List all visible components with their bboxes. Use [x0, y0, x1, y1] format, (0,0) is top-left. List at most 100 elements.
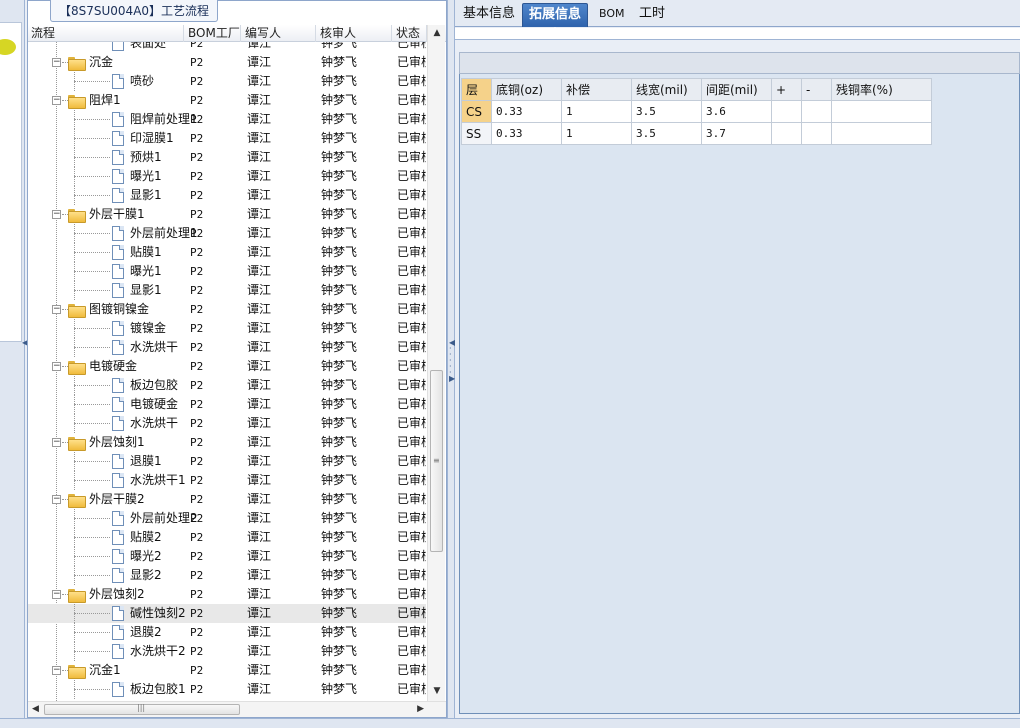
cell-reviewer: 钟梦飞 [321, 42, 358, 50]
tree-row[interactable]: 曝光1 P2 谭江 钟梦飞 已审核 [28, 167, 426, 186]
tree-row[interactable]: − 阻焊1 P2 谭江 钟梦飞 已审核 [28, 91, 426, 110]
collapse-toggle-icon[interactable]: − [52, 495, 61, 504]
horizontal-scroll-thumb[interactable]: ||| [44, 703, 240, 715]
tree-horizontal-scrollbar[interactable]: ◀ ||| ▶ [28, 701, 446, 717]
column-header-process[interactable]: 流程 [28, 25, 184, 42]
tree-row[interactable]: 预烘1 P2 谭江 钟梦飞 已审核 [28, 148, 426, 167]
cell-layer[interactable]: CS [461, 100, 492, 123]
header-layer[interactable]: 层 [461, 78, 492, 101]
tree-row[interactable]: − 外层干膜1 P2 谭江 钟梦飞 已审核 [28, 205, 426, 224]
tree-row[interactable]: − 外层干膜2 P2 谭江 钟梦飞 已审核 [28, 490, 426, 509]
tree-row[interactable]: 板边包胶1 P2 谭江 钟梦飞 已审核 [28, 680, 426, 699]
cell-base-copper[interactable]: 0.33 [491, 122, 562, 145]
tree-row[interactable]: 显影1 P2 谭江 钟梦飞 已审核 [28, 186, 426, 205]
tree-row[interactable]: 表面处 P2 谭江 钟梦飞 已审核 [28, 42, 426, 53]
cell-writer: 谭江 [247, 492, 272, 506]
cell-residual-copper[interactable] [831, 122, 932, 145]
collapse-toggle-icon[interactable]: − [52, 96, 61, 105]
cell-reviewer: 钟梦飞 [321, 169, 358, 183]
tree-row-label: 曝光2 [130, 549, 162, 563]
app-window: ◀ 【8S7SU004A0】工艺流程 流程 BOM工厂 编写人 核审人 状态 表… [0, 0, 1020, 728]
tab-basic-info[interactable]: 基本信息 [457, 3, 521, 27]
cell-residual-copper[interactable] [831, 100, 932, 123]
vertical-scroll-thumb[interactable]: ≡ [430, 370, 443, 552]
collapse-toggle-icon[interactable]: − [52, 58, 61, 67]
tree-vertical-scrollbar[interactable]: ▲ ≡ ▼ [427, 25, 445, 701]
scroll-left-arrow-icon[interactable]: ◀ [32, 704, 39, 714]
collapse-toggle-icon[interactable]: − [52, 362, 61, 371]
cell-compensation[interactable]: 1 [561, 100, 632, 123]
cell-line-width[interactable]: 3.5 [631, 122, 702, 145]
column-header-status[interactable]: 状态 [393, 25, 427, 42]
header-plus[interactable]: + [771, 78, 802, 101]
tree-row[interactable]: 水洗烘干2 P2 谭江 钟梦飞 已审核 [28, 642, 426, 661]
scroll-up-arrow-icon[interactable]: ▲ [431, 27, 443, 39]
column-header-writer[interactable]: 编写人 [242, 25, 316, 42]
collapse-toggle-icon[interactable]: − [52, 438, 61, 447]
tree-row[interactable]: 外层前处理2P2 谭江 钟梦飞 已审核 [28, 509, 426, 528]
header-residual-copper[interactable]: 残铜率(%) [831, 78, 932, 101]
column-header-bom-factory[interactable]: BOM工厂 [185, 25, 241, 42]
tree-row[interactable]: 电镀硬金 P2 谭江 钟梦飞 已审核 [28, 395, 426, 414]
tree-guide-line [74, 556, 110, 557]
cell-spacing[interactable]: 3.7 [701, 122, 772, 145]
tree-row[interactable]: − 外层蚀刻2 P2 谭江 钟梦飞 已审核 [28, 585, 426, 604]
tree-guide-line [74, 651, 110, 652]
tree-row[interactable]: 外层前处理1P2 谭江 钟梦飞 已审核 [28, 224, 426, 243]
table-row[interactable]: CS 0.33 1 3.5 3.6 [461, 100, 932, 123]
cell-base-copper[interactable]: 0.33 [491, 100, 562, 123]
tree-row[interactable]: 阻焊前处理1P2 谭江 钟梦飞 已审核 [28, 110, 426, 129]
cell-layer[interactable]: SS [461, 122, 492, 145]
tree-row[interactable]: 曝光1 P2 谭江 钟梦飞 已审核 [28, 262, 426, 281]
header-minus[interactable]: - [801, 78, 832, 101]
status-indicator-icon[interactable] [0, 39, 16, 55]
tree-row[interactable]: − 电镀硬金 P2 谭江 钟梦飞 已审核 [28, 357, 426, 376]
tree-row[interactable]: 贴膜2 P2 谭江 钟梦飞 已审核 [28, 528, 426, 547]
collapse-toggle-icon[interactable]: − [52, 590, 61, 599]
cell-bom-factory: P2 [190, 569, 204, 582]
header-spacing[interactable]: 间距(mil) [701, 78, 772, 101]
tree-row[interactable]: 显影1 P2 谭江 钟梦飞 已审核 [28, 281, 426, 300]
tab-bom[interactable]: BOM [593, 3, 631, 27]
tree-row[interactable]: 曝光2 P2 谭江 钟梦飞 已审核 [28, 547, 426, 566]
cell-compensation[interactable]: 1 [561, 122, 632, 145]
collapse-toggle-icon[interactable]: − [52, 666, 61, 675]
tree-row[interactable]: 贴膜1 P2 谭江 钟梦飞 已审核 [28, 243, 426, 262]
cell-plus[interactable] [771, 100, 802, 123]
tree-row[interactable]: 印湿膜1 P2 谭江 钟梦飞 已审核 [28, 129, 426, 148]
tree-row[interactable]: 水洗烘干 P2 谭江 钟梦飞 已审核 [28, 338, 426, 357]
cell-spacing[interactable]: 3.6 [701, 100, 772, 123]
collapse-toggle-icon[interactable]: − [52, 305, 61, 314]
tree-row[interactable]: − 沉金 P2 谭江 钟梦飞 已审核 [28, 53, 426, 72]
tree-row[interactable]: 水洗烘干 P2 谭江 钟梦飞 已审核 [28, 414, 426, 433]
cell-status: 已审核 [397, 511, 426, 525]
tab-extended-info[interactable]: 拓展信息 [522, 3, 589, 32]
tree-row[interactable]: − 沉金1 P2 谭江 钟梦飞 已审核 [28, 661, 426, 680]
scroll-down-arrow-icon[interactable]: ▼ [431, 685, 443, 697]
document-icon [112, 321, 124, 336]
tree-row[interactable]: 板边包胶 P2 谭江 钟梦飞 已审核 [28, 376, 426, 395]
tree-row[interactable]: 水洗烘干1 P2 谭江 钟梦飞 已审核 [28, 471, 426, 490]
scroll-right-arrow-icon[interactable]: ▶ [417, 704, 424, 714]
header-base-copper[interactable]: 底铜(oz) [491, 78, 562, 101]
tree-row[interactable]: − 图镀铜镍金 P2 谭江 钟梦飞 已审核 [28, 300, 426, 319]
tree-row[interactable]: 碱性蚀刻2 P2 谭江 钟梦飞 已审核 [28, 604, 426, 623]
table-row[interactable]: SS 0.33 1 3.5 3.7 [461, 122, 932, 145]
cell-plus[interactable] [771, 122, 802, 145]
cell-minus[interactable] [801, 122, 832, 145]
cell-reviewer: 钟梦飞 [321, 74, 358, 88]
cell-minus[interactable] [801, 100, 832, 123]
tree-row[interactable]: 退膜1 P2 谭江 钟梦飞 已审核 [28, 452, 426, 471]
header-compensation[interactable]: 补偿 [561, 78, 632, 101]
tab-work-hours[interactable]: 工时 [633, 3, 671, 27]
tree-row[interactable]: 喷砂 P2 谭江 钟梦飞 已审核 [28, 72, 426, 91]
tree-row[interactable]: 镀镍金 P2 谭江 钟梦飞 已审核 [28, 319, 426, 338]
tree-row[interactable]: 显影2 P2 谭江 钟梦飞 已审核 [28, 566, 426, 585]
column-header-reviewer[interactable]: 核审人 [317, 25, 392, 42]
tree-row[interactable]: − 外层蚀刻1 P2 谭江 钟梦飞 已审核 [28, 433, 426, 452]
cell-line-width[interactable]: 3.5 [631, 100, 702, 123]
tree-row[interactable]: 退膜2 P2 谭江 钟梦飞 已审核 [28, 623, 426, 642]
panel-splitter[interactable]: ◀ · · · · · ▶ [447, 0, 455, 728]
header-line-width[interactable]: 线宽(mil) [631, 78, 702, 101]
collapse-toggle-icon[interactable]: − [52, 210, 61, 219]
